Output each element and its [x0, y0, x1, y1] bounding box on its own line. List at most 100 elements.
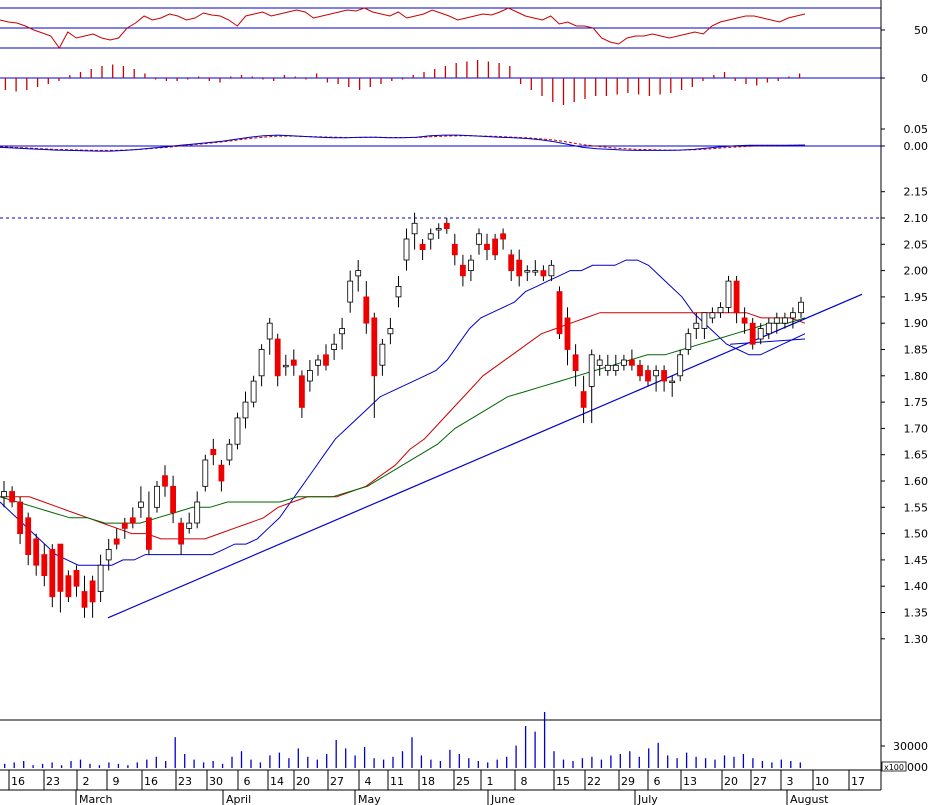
candle-body — [242, 401, 249, 419]
candle-body — [693, 322, 700, 329]
macd-line — [0, 134, 806, 152]
candle-body — [178, 522, 185, 545]
candle-body — [508, 254, 515, 272]
day-label: 20 — [296, 775, 310, 788]
candle-body — [621, 359, 627, 366]
candle-body — [331, 343, 338, 350]
candle-body — [588, 354, 595, 387]
volume-unit-label: x100 — [884, 763, 904, 772]
month-label: July — [637, 793, 658, 805]
candle-body — [65, 575, 72, 598]
candle-body — [467, 259, 474, 272]
day-label: 30 — [209, 775, 223, 788]
candle-body — [677, 354, 684, 377]
candle-body — [162, 475, 168, 487]
candle-body — [73, 570, 80, 587]
day-label: 13 — [683, 775, 697, 788]
day-label: 20 — [724, 775, 738, 788]
month-label: March — [79, 793, 113, 805]
panel-frames — [0, 0, 882, 791]
candle-body — [717, 306, 724, 314]
day-label: 29 — [621, 775, 635, 788]
candle-body — [516, 259, 523, 277]
candle-body — [484, 243, 490, 251]
price-tick-label: 1.65 — [904, 449, 929, 462]
candle-body — [290, 359, 297, 366]
month-label: June — [490, 793, 515, 805]
candle-body — [137, 501, 144, 508]
candle-body — [379, 343, 386, 366]
volume-tick-label: 30000 — [893, 740, 928, 753]
price-tick-label: 2.05 — [904, 238, 929, 251]
candle-body — [57, 543, 64, 592]
day-label: 1 — [487, 775, 494, 788]
candle-body — [701, 312, 708, 329]
candle-body — [733, 280, 740, 314]
candle-body — [9, 491, 16, 503]
candle-body — [403, 238, 410, 261]
candle-body — [765, 322, 772, 335]
candle-body — [749, 322, 756, 345]
stock-chart: 50 0 0.05 0.00 2.15 2.10 2.05 2.00 1.95 1.90 1.85 1… — [0, 0, 929, 805]
price-tick-label: 1.30 — [904, 633, 929, 646]
day-label: 11 — [390, 775, 404, 788]
price-tick-label: 1.85 — [904, 344, 929, 357]
macd-histogram-panel — [0, 60, 881, 105]
candle-body — [580, 391, 587, 408]
candle-body — [154, 485, 160, 508]
candle-body — [419, 243, 426, 251]
month-label: May — [358, 793, 381, 805]
macd-panel — [0, 134, 881, 152]
candle-body — [89, 580, 96, 603]
candle-body — [194, 501, 201, 524]
candle-body — [186, 522, 193, 529]
candle-body — [669, 380, 676, 384]
candle-body — [500, 233, 507, 240]
candle-body — [685, 333, 692, 350]
candle-body — [540, 270, 547, 277]
macd-tick-label: 0.05 — [904, 123, 929, 136]
candle-body — [17, 501, 24, 535]
candle-body — [274, 338, 281, 377]
price-tick-label: 1.95 — [904, 291, 929, 304]
x-axis-labels: 16 23 2 9 16 23 30 6 14 20 27 4 11 18 25 1 8 15 22 29 6 13 20 2… — [8, 770, 865, 805]
candle-body — [532, 270, 539, 273]
candle-body — [757, 328, 764, 340]
candle-body — [612, 364, 619, 371]
price-tick-label: 1.80 — [904, 370, 929, 383]
candle-body — [637, 364, 643, 377]
day-label: 16 — [144, 775, 158, 788]
price-tick-label: 2.00 — [904, 265, 929, 278]
candle-body — [339, 328, 346, 335]
day-label: 10 — [815, 775, 829, 788]
price-tick-label: 2.15 — [904, 186, 929, 199]
candle-body — [250, 380, 257, 403]
candle-body — [476, 233, 482, 245]
price-tick-label: 1.90 — [904, 317, 929, 330]
moving-average-line — [0, 312, 806, 540]
candle-body — [451, 243, 458, 256]
candle-body — [371, 317, 378, 377]
candle-body — [97, 564, 104, 592]
short-trendline — [729, 338, 806, 345]
candle-body — [129, 517, 136, 524]
price-tick-label: 1.40 — [904, 580, 929, 593]
day-label: 22 — [587, 775, 601, 788]
price-tick-label: 1.45 — [904, 554, 929, 567]
price-tick-label: 1.50 — [904, 528, 929, 541]
candle-body — [725, 280, 732, 308]
moving-average-line — [0, 259, 806, 566]
day-label: 6 — [654, 775, 661, 788]
candle-body — [524, 270, 531, 273]
candle-body — [355, 270, 362, 277]
day-label: 6 — [244, 775, 251, 788]
candle-body — [741, 317, 748, 324]
candle-body — [709, 312, 716, 319]
candle-body — [306, 370, 313, 382]
candle-body — [33, 538, 40, 566]
day-label: 14 — [270, 775, 284, 788]
price-tick-label: 1.70 — [904, 422, 929, 435]
candle-body — [298, 375, 305, 408]
month-label: August — [790, 793, 829, 805]
candle-body — [790, 312, 796, 319]
